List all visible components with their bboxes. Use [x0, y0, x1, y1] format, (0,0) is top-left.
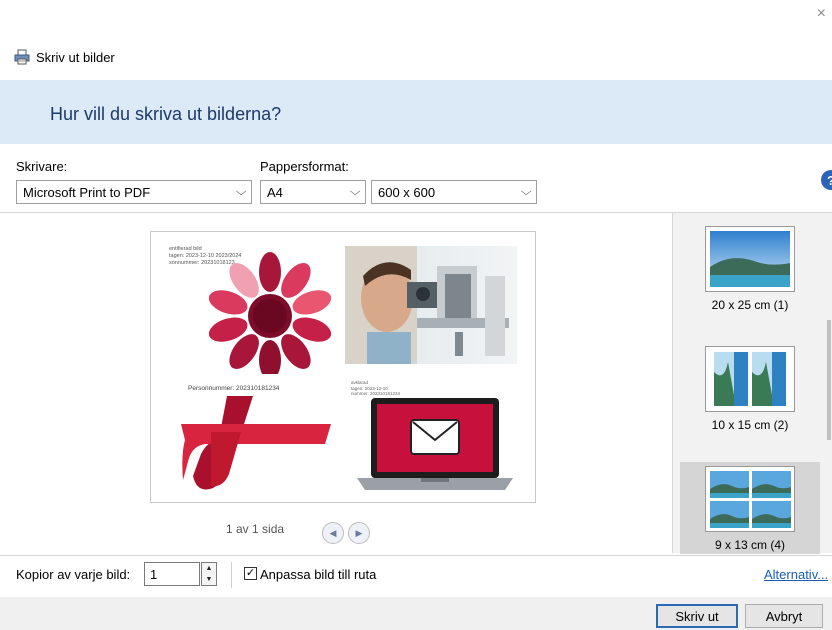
- landscape-thumbnail: [714, 352, 748, 406]
- printer-label: Skrivare:: [16, 159, 68, 174]
- layout-thumbnail: [705, 346, 795, 412]
- chevron-down-icon: ⌵: [235, 185, 247, 198]
- page-indicator: 1 av 1 sida: [226, 522, 285, 536]
- printer-select[interactable]: Microsoft Print to PDF ⌵: [16, 180, 252, 204]
- landscape-thumbnail: [710, 501, 749, 528]
- prev-page-button[interactable]: ◀: [322, 522, 344, 544]
- close-button[interactable]: ×: [817, 6, 826, 22]
- window-title-text: Skriv ut bilder: [36, 49, 115, 65]
- separator: [231, 562, 232, 588]
- fit-picture-checkbox[interactable]: ✓: [244, 567, 257, 580]
- quality-value: 600 x 600: [378, 184, 436, 200]
- paper-preview: entifierad bild tagen: 2023-12-10 2023/2…: [150, 231, 536, 503]
- landscape-thumbnail: [752, 352, 786, 406]
- landscape-thumbnail: [752, 501, 791, 528]
- help-icon[interactable]: ?: [821, 170, 832, 190]
- quality-select[interactable]: 600 x 600 ⌵: [371, 180, 537, 204]
- printer-select-value: Microsoft Print to PDF: [23, 184, 151, 200]
- layout-option-20x25[interactable]: 20 x 25 cm (1): [692, 226, 808, 312]
- options-link[interactable]: Alternativ...: [764, 567, 828, 582]
- flower-diagram: [208, 252, 332, 374]
- print-button[interactable]: Skriv ut: [656, 604, 738, 628]
- layout-thumbnail: [705, 466, 795, 532]
- paper-size-value: A4: [267, 184, 283, 200]
- page-title: Hur vill du skriva ut bilderna?: [50, 104, 282, 124]
- stepper-down-icon[interactable]: ▼: [202, 574, 216, 585]
- chevron-down-icon: ⌵: [349, 185, 361, 198]
- copies-label: Kopior av varje bild:: [16, 567, 131, 582]
- next-page-button[interactable]: ▶: [348, 522, 370, 544]
- ribbon-logo: [181, 396, 331, 490]
- photo-slot-1: entifierad bild tagen: 2023-12-10 2023/2…: [165, 244, 335, 392]
- layout-label: 20 x 25 cm (1): [711, 298, 789, 312]
- layout-option-10x15[interactable]: 10 x 15 cm (2): [692, 346, 808, 432]
- laptop-photo: [357, 398, 513, 490]
- photo-slot-4: avklarad tagen: 2023-12-10 nummer: 20231…: [347, 380, 523, 498]
- eye-exam-photo: [345, 246, 517, 364]
- chevron-down-icon: ⌵: [520, 185, 532, 198]
- photo-slot-3: [171, 394, 343, 494]
- paper-size-select[interactable]: A4 ⌵: [260, 180, 366, 204]
- photo-slot-2: [345, 246, 517, 364]
- landscape-thumbnail: [752, 471, 791, 498]
- title-bar: [0, 0, 832, 28]
- layout-label: 10 x 15 cm (2): [711, 418, 789, 432]
- printer-icon: [14, 49, 30, 65]
- copies-stepper[interactable]: ▲ ▼: [201, 562, 217, 586]
- scrollbar-thumb[interactable]: [827, 320, 831, 440]
- divider: [0, 555, 832, 556]
- landscape-thumbnail: [710, 471, 749, 498]
- layout-option-9x13[interactable]: 9 x 13 cm (4): [692, 466, 808, 552]
- layout-thumbnail: [705, 226, 795, 292]
- fit-picture-label[interactable]: Anpassa bild till ruta: [260, 567, 376, 582]
- arrow-left-icon: ◀: [329, 527, 337, 538]
- photo1-caption: Personnummer: 202310181234: [188, 385, 280, 392]
- stepper-up-icon[interactable]: ▲: [202, 563, 216, 574]
- window-title: Skriv ut bilder: [14, 47, 115, 67]
- cancel-button[interactable]: Avbryt: [745, 604, 823, 628]
- layout-label: 9 x 13 cm (4): [714, 538, 786, 552]
- arrow-right-icon: ▶: [355, 527, 363, 538]
- landscape-thumbnail: [710, 231, 790, 287]
- paper-format-label: Pappersformat:: [260, 159, 349, 174]
- copies-input[interactable]: [144, 562, 200, 586]
